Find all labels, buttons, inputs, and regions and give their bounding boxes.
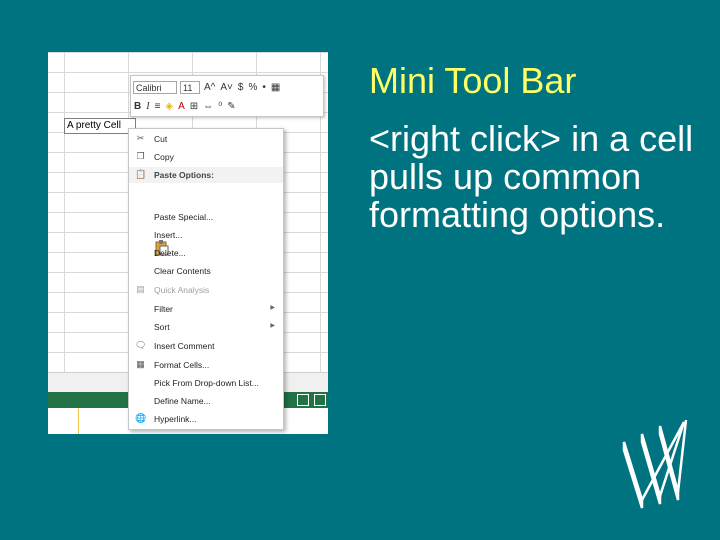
slide-body: <right click> in a cell pulls up common … — [369, 118, 694, 235]
menu-item-paste-special[interactable]: Paste Special... — [129, 209, 283, 225]
menu-item-insert[interactable]: Insert... — [129, 227, 283, 243]
font-name-box[interactable]: Calibri — [133, 80, 177, 94]
mini-toolbar: Calibri 11 A^ A˅ $ % • ▦ B I ≡ ◈ A ⊞ ⇔ ⁰… — [130, 75, 324, 117]
format-cells-icon: ▦ — [136, 359, 145, 369]
quick-analysis-icon: ▤ — [136, 284, 145, 294]
menu-item-hyperlink[interactable]: 🌐 Hyperlink... — [129, 411, 283, 427]
font-color-icon[interactable]: A — [177, 101, 186, 112]
fill-color-icon[interactable]: ◈ — [164, 101, 174, 112]
currency-format-icon[interactable]: $ — [237, 82, 245, 93]
context-menu: ✂ Cut ❐ Copy 📋 Paste Options: Paste Special… — [128, 128, 284, 430]
format-table-icon[interactable]: ▦ — [270, 82, 281, 93]
menu-item-filter[interactable]: Filter ▶ — [129, 301, 283, 317]
menu-item-cut[interactable]: ✂ Cut — [129, 131, 283, 147]
menu-item-paste-options: 📋 Paste Options: — [129, 167, 283, 183]
slide-title: Mini Tool Bar — [369, 60, 577, 101]
italic-button[interactable]: I — [145, 101, 150, 112]
menu-item-sort[interactable]: Sort ▶ — [129, 319, 283, 335]
normal-view-icon[interactable] — [297, 394, 309, 406]
menu-item-pick-from-list[interactable]: Pick From Drop-down List... — [129, 375, 283, 391]
active-cell[interactable]: A pretty Cell — [64, 118, 136, 134]
bold-button[interactable]: B — [133, 101, 142, 112]
excel-screenshot: A pretty Cell Calibri 11 A^ A˅ $ % • ▦ B… — [48, 52, 328, 434]
borders-icon[interactable]: ⊞ — [189, 101, 199, 112]
page-layout-icon[interactable] — [314, 394, 326, 406]
menu-item-insert-comment[interactable]: 🗨 Insert Comment — [129, 338, 283, 354]
submenu-arrow-icon: ▶ — [270, 305, 275, 311]
menu-item-copy[interactable]: ❐ Copy — [129, 149, 283, 165]
comma-style-icon[interactable]: • — [261, 82, 267, 93]
paste-icon: 📋 — [135, 169, 147, 179]
copy-icon: ❐ — [136, 151, 145, 161]
menu-item-define-name[interactable]: Define Name... — [129, 393, 283, 409]
logo-icon — [622, 419, 688, 509]
menu-item-delete[interactable]: Delete... — [129, 245, 283, 261]
decrease-font-icon[interactable]: A˅ — [219, 82, 234, 93]
font-size-box[interactable]: 11 — [180, 80, 200, 94]
percent-style-icon[interactable]: % — [247, 82, 258, 93]
submenu-arrow-icon: ▶ — [270, 323, 275, 329]
menu-item-format-cells[interactable]: ▦ Format Cells... — [129, 357, 283, 373]
scissors-icon: ✂ — [136, 133, 145, 143]
align-center-icon[interactable]: ≡ — [154, 101, 162, 112]
menu-item-clear-contents[interactable]: Clear Contents — [129, 263, 283, 279]
increase-font-icon[interactable]: A^ — [203, 82, 216, 93]
format-painter-icon[interactable]: ✎ — [226, 101, 236, 112]
decimal-icon[interactable]: ⁰ — [217, 101, 223, 112]
merge-center-icon[interactable]: ⇔ — [202, 101, 214, 112]
comment-icon: 🗨 — [135, 340, 147, 350]
menu-item-quick-analysis[interactable]: ▤ Quick Analysis — [129, 282, 283, 298]
hyperlink-icon: 🌐 — [135, 413, 147, 423]
